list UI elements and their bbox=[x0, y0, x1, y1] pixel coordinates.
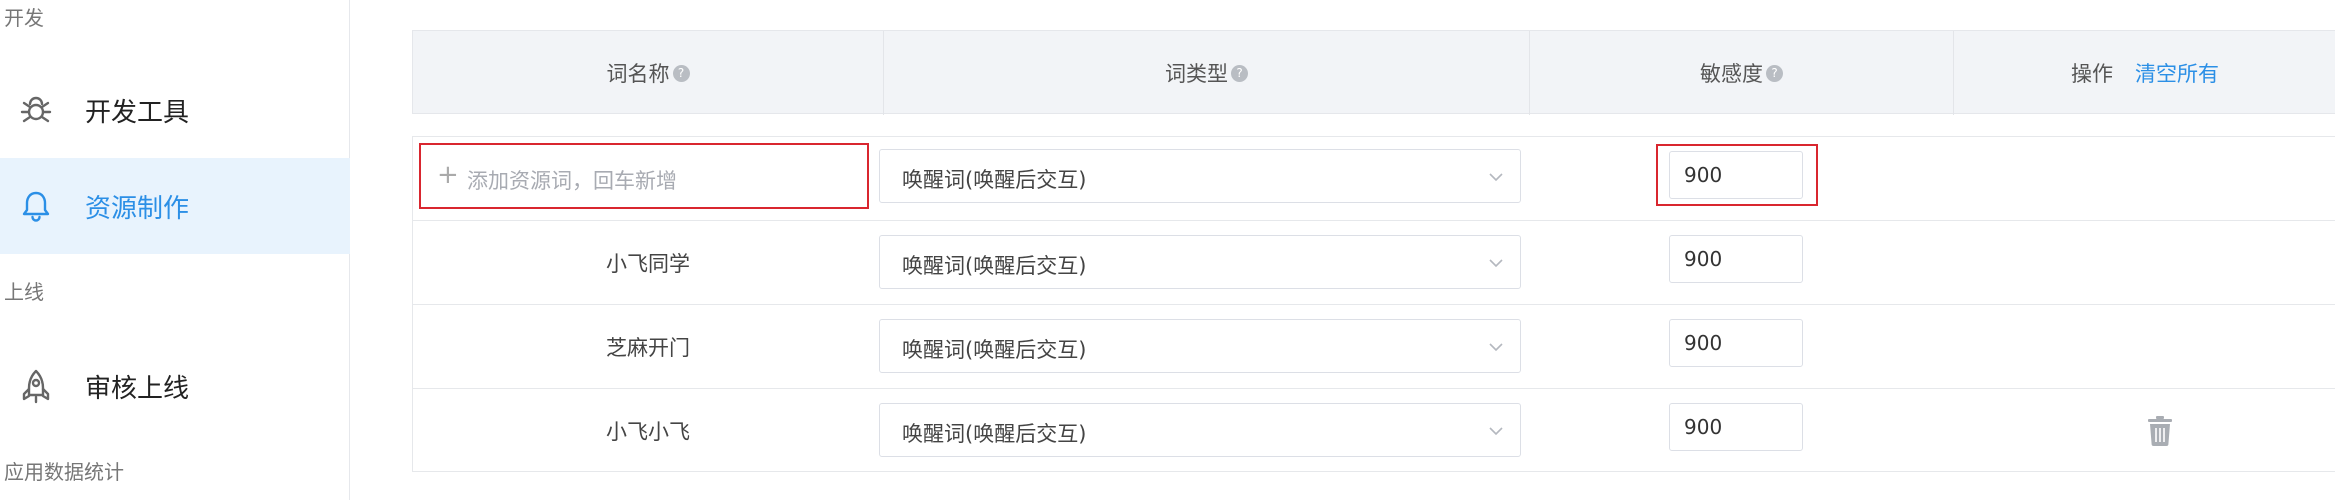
sidebar-item-resource-making[interactable]: 资源制作 bbox=[0, 158, 350, 254]
chevron-down-icon bbox=[1489, 343, 1503, 352]
table-row: 芝麻开门 唤醒词(唤醒后交互) 900 bbox=[412, 304, 2335, 388]
word-type-select[interactable]: 唤醒词(唤醒后交互) bbox=[879, 235, 1521, 289]
section-label-online: 上线 bbox=[4, 280, 44, 304]
sidebar-item-review-online[interactable]: 审核上线 bbox=[0, 338, 350, 434]
word-name: 小飞同学 bbox=[606, 252, 690, 276]
chevron-down-icon bbox=[1489, 427, 1503, 436]
sensitivity-input[interactable]: 900 bbox=[1669, 235, 1803, 283]
table-row: 小飞小飞 唤醒词(唤醒后交互) 900 bbox=[412, 388, 2335, 472]
sidebar: 开发 开发工具 资源制作 上线 审核上线 应用数据统计 bbox=[0, 0, 350, 500]
add-word-input[interactable]: + 添加资源词，回车新增 bbox=[419, 143, 869, 209]
help-icon[interactable]: ? bbox=[1231, 64, 1248, 82]
clear-all-link[interactable]: 清空所有 bbox=[2135, 58, 2219, 88]
sensitivity-input[interactable]: 900 bbox=[1669, 403, 1803, 451]
help-icon[interactable]: ? bbox=[672, 64, 690, 82]
header-word-name: 词名称 ? bbox=[413, 31, 883, 115]
help-icon[interactable]: ? bbox=[1766, 64, 1783, 82]
sidebar-item-label: 审核上线 bbox=[85, 373, 190, 404]
sensitivity-input[interactable]: 900 bbox=[1669, 319, 1803, 367]
table-row: 小飞同学 唤醒词(唤醒后交互) 900 bbox=[412, 220, 2335, 304]
word-type-select[interactable]: 唤醒词(唤醒后交互) bbox=[879, 149, 1521, 203]
chevron-down-icon bbox=[1489, 173, 1503, 182]
chevron-down-icon bbox=[1489, 259, 1503, 268]
word-name: 芝麻开门 bbox=[606, 336, 690, 360]
rocket-icon bbox=[22, 369, 50, 404]
sensitivity-input[interactable]: 900 bbox=[1669, 151, 1803, 199]
header-sensitivity: 敏感度 ? bbox=[1529, 31, 1953, 115]
section-label-app-stats: 应用数据统计 bbox=[4, 460, 124, 484]
plus-icon: + bbox=[437, 160, 459, 190]
header-actions: 操作 清空所有 bbox=[1953, 31, 2335, 115]
sidebar-item-dev-tools[interactable]: 开发工具 bbox=[0, 62, 350, 158]
add-word-placeholder: 添加资源词，回车新增 bbox=[467, 169, 677, 193]
table-row-new: + 添加资源词，回车新增 唤醒词(唤醒后交互) 900 bbox=[412, 136, 2335, 220]
word-name: 小飞小飞 bbox=[606, 420, 690, 444]
trash-icon[interactable] bbox=[2146, 415, 2174, 447]
header-word-type: 词类型 ? bbox=[883, 31, 1529, 115]
word-type-select[interactable]: 唤醒词(唤醒后交互) bbox=[879, 319, 1521, 373]
bug-icon bbox=[20, 96, 52, 123]
sidebar-item-label: 资源制作 bbox=[85, 193, 190, 224]
bell-icon bbox=[22, 191, 50, 222]
word-type-select[interactable]: 唤醒词(唤醒后交互) bbox=[879, 403, 1521, 457]
section-label-develop: 开发 bbox=[4, 6, 44, 30]
table-header: 词名称 ? 词类型 ? 敏感度 ? 操作 清空所有 bbox=[412, 30, 2335, 115]
sidebar-item-label: 开发工具 bbox=[85, 97, 190, 128]
